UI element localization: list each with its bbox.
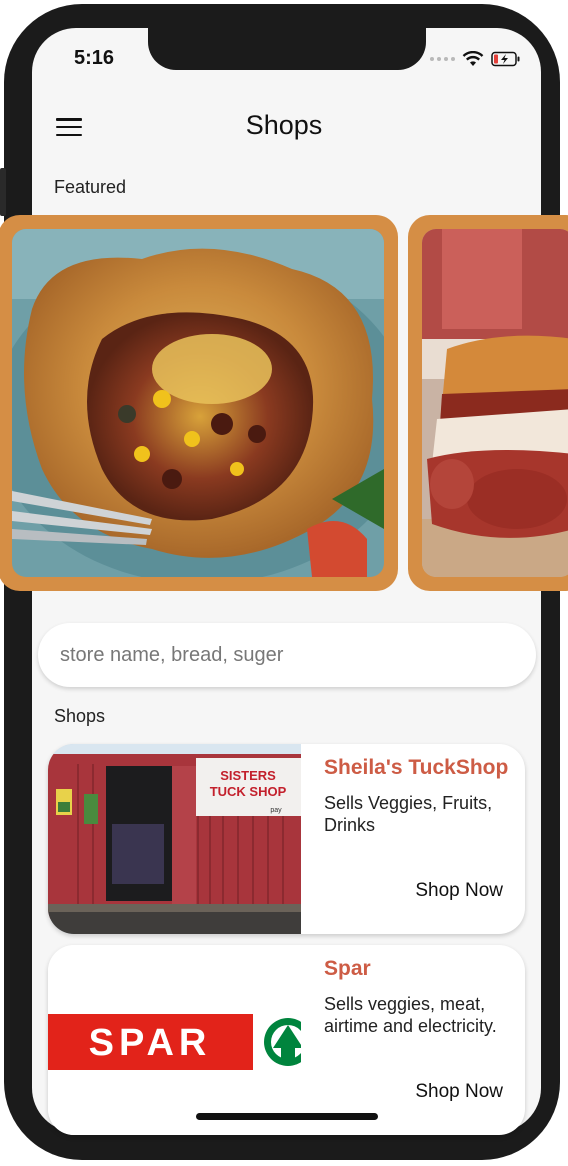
sign-text-sisters: SISTERS xyxy=(220,768,276,783)
signal-dots-icon xyxy=(430,57,455,61)
shop-card-spar[interactable]: SPAR Spar Sells veggies, meat, airtime a… xyxy=(48,945,525,1135)
shop-now-button[interactable]: Shop Now xyxy=(415,880,503,902)
shops-label: Shops xyxy=(54,706,106,726)
status-time: 5:16 xyxy=(74,47,115,69)
shop-description: Sells veggies, meat, airtime and electri… xyxy=(324,994,497,1036)
featured-card-pie[interactable] xyxy=(0,215,398,591)
status-icons xyxy=(430,48,521,70)
mute-switch xyxy=(0,168,6,216)
shop-image-sheilas: SISTERS TUCK SHOP pay xyxy=(48,744,301,934)
wifi-icon xyxy=(462,51,484,66)
notch xyxy=(148,28,426,70)
shop-now-button[interactable]: Shop Now xyxy=(415,1081,503,1103)
page-title: Shops xyxy=(245,110,323,140)
sign-text-pay: pay xyxy=(270,807,282,814)
shop-image-spar: SPAR xyxy=(48,945,301,1135)
battery-charging-icon xyxy=(491,51,520,67)
shop-description: Sells Veggies, Fruits, Drinks xyxy=(324,793,493,835)
home-indicator xyxy=(196,1113,378,1120)
featured-card-sandwich[interactable] xyxy=(408,215,568,591)
spar-logo-text: SPAR xyxy=(89,1022,212,1064)
featured-image-sandwich xyxy=(422,229,568,577)
featured-label: Featured xyxy=(54,177,127,197)
featured-image-pie xyxy=(12,229,384,577)
sign-text-tuck-shop: TUCK SHOP xyxy=(210,784,287,799)
shop-name: Sheila's TuckShop xyxy=(324,756,509,779)
shop-card-sheilas[interactable]: SISTERS TUCK SHOP pay Sheila's TuckShop … xyxy=(48,744,525,934)
search-input[interactable] xyxy=(38,623,536,687)
shop-name: Spar xyxy=(324,957,371,980)
